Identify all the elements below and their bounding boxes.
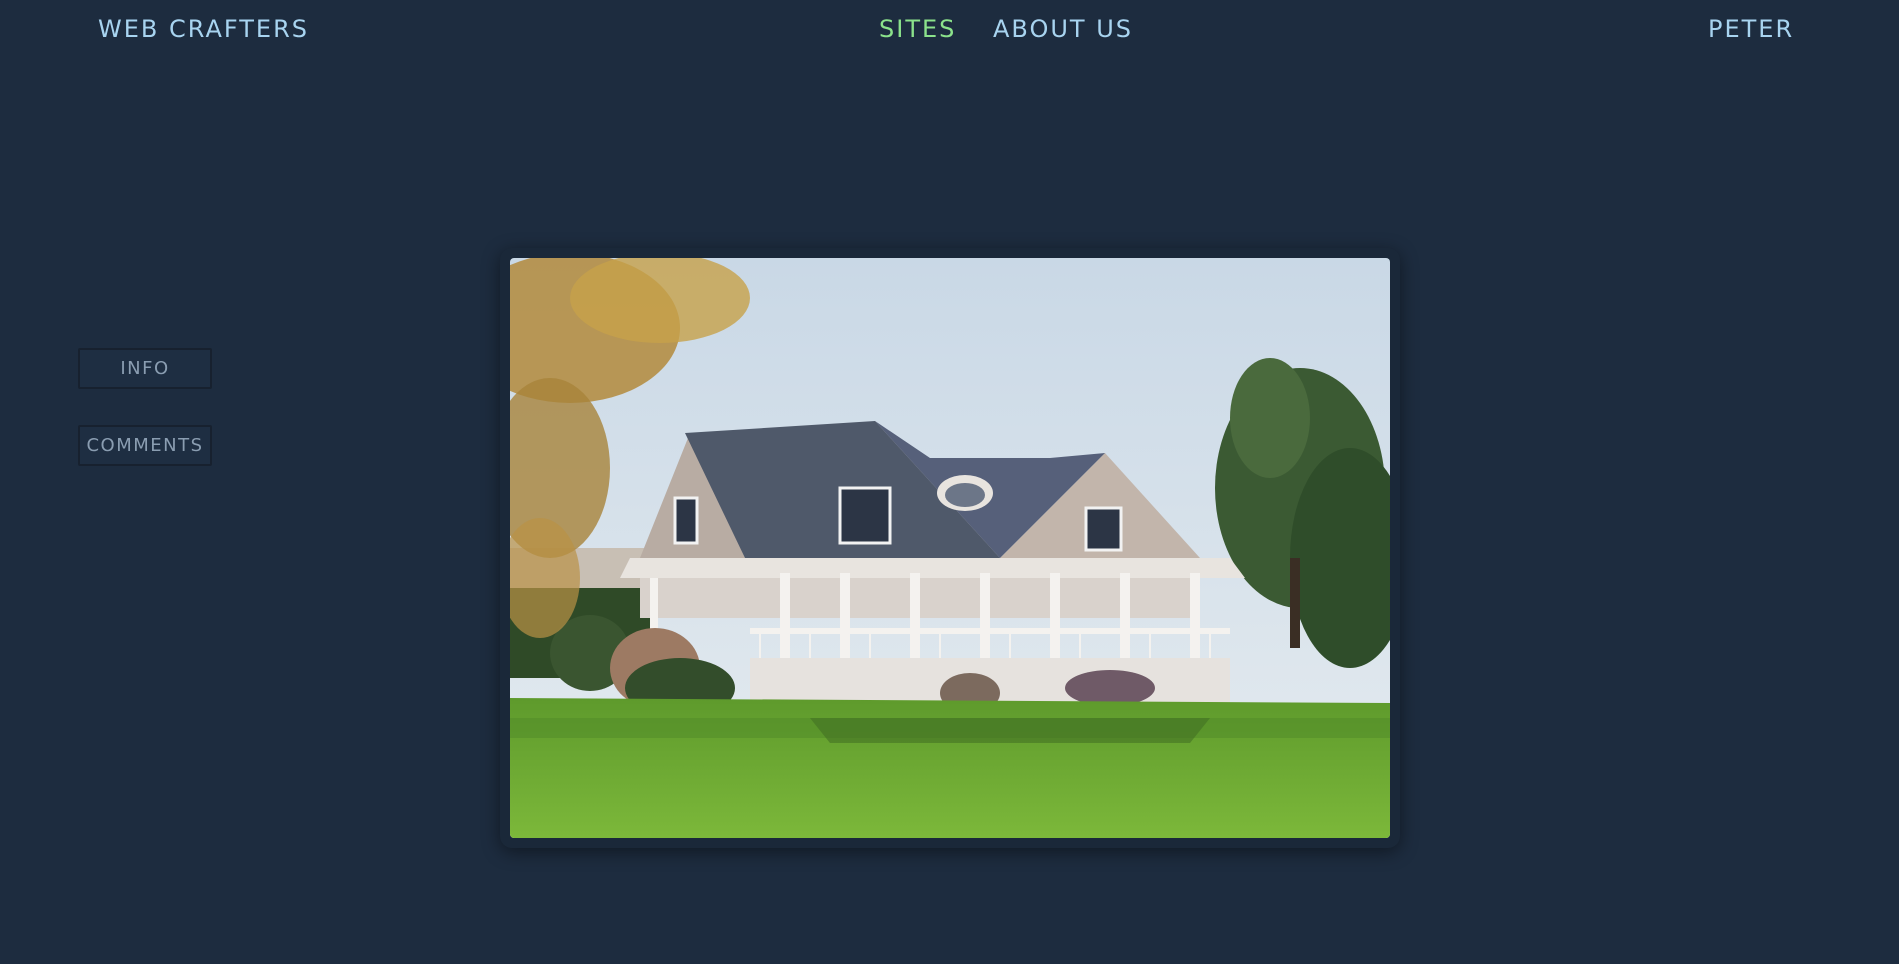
- house-photo: [510, 258, 1390, 838]
- photo-card: [500, 248, 1400, 848]
- info-button[interactable]: INFO: [78, 348, 212, 389]
- comments-button[interactable]: COMMENTS: [78, 425, 212, 466]
- brand-logo-link[interactable]: WEB CRAFTERS: [98, 15, 309, 43]
- nav-about-us[interactable]: ABOUT US: [993, 15, 1133, 43]
- user-menu-link[interactable]: PETER: [1708, 15, 1794, 43]
- nav-sites[interactable]: SITES: [879, 15, 956, 43]
